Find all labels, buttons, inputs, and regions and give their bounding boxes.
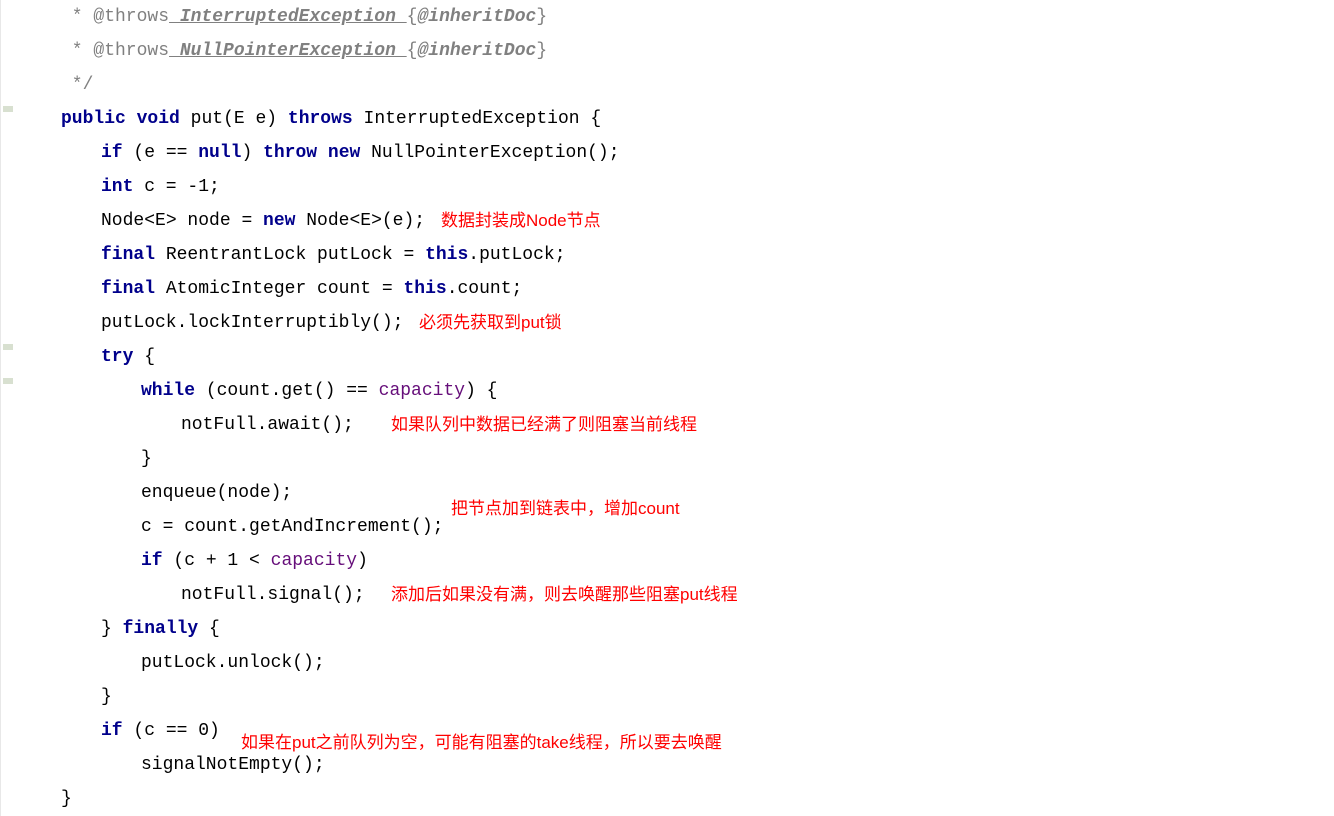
annotation-label: 必须先获取到put锁 xyxy=(419,306,562,340)
code-line: } xyxy=(21,442,1334,476)
javadoc-line: * @throws InterruptedException {@inherit… xyxy=(21,0,1334,34)
code-editor: * @throws InterruptedException {@inherit… xyxy=(0,0,1334,816)
gutter xyxy=(1,0,19,816)
code-line: notFull.signal();添加后如果没有满，则去唤醒那些阻塞put线程 xyxy=(21,578,1334,612)
javadoc-exception: NullPointerException xyxy=(169,41,407,61)
code-line: putLock.lockInterruptibly();必须先获取到put锁 xyxy=(21,306,1334,340)
code-line: if (c == 0)如果在put之前队列为空，可能有阻塞的take线程，所以要… xyxy=(21,714,1334,748)
code-line: putLock.unlock(); xyxy=(21,646,1334,680)
code-line: c = count.getAndIncrement(); xyxy=(21,510,1334,544)
code-line: enqueue(node);把节点加到链表中，增加count xyxy=(21,476,1334,510)
javadoc-end: */ xyxy=(21,68,1334,102)
code-line: signalNotEmpty(); xyxy=(21,748,1334,782)
code-line: Node<E> node = new Node<E>(e);数据封装成Node节… xyxy=(21,204,1334,238)
code-line: while (count.get() == capacity) { xyxy=(21,374,1334,408)
annotation-label: 数据封装成Node节点 xyxy=(441,204,601,238)
code-line: } xyxy=(21,680,1334,714)
code-line: final ReentrantLock putLock = this.putLo… xyxy=(21,238,1334,272)
code-line: } finally { xyxy=(21,612,1334,646)
code-line: if (c + 1 < capacity) xyxy=(21,544,1334,578)
code-line: int c = -1; xyxy=(21,170,1334,204)
inherit-doc: @inheritDoc xyxy=(417,7,536,27)
javadoc-tag: * @throws xyxy=(61,7,169,27)
inherit-doc: @inheritDoc xyxy=(417,41,536,61)
annotation-label: 添加后如果没有满，则去唤醒那些阻塞put线程 xyxy=(391,578,738,612)
javadoc-exception: InterruptedException xyxy=(169,7,407,27)
javadoc-tag: * @throws xyxy=(61,41,169,61)
javadoc-line: * @throws NullPointerException {@inherit… xyxy=(21,34,1334,68)
code-line: } xyxy=(21,782,1334,816)
code-line: try { xyxy=(21,340,1334,374)
code-line: if (e == null) throw new NullPointerExce… xyxy=(21,136,1334,170)
annotation-label: 如果队列中数据已经满了则阻塞当前线程 xyxy=(391,408,697,442)
method-signature: public void put(E e) throws InterruptedE… xyxy=(21,102,1334,136)
code-line: notFull.await();如果队列中数据已经满了则阻塞当前线程 xyxy=(21,408,1334,442)
code-line: final AtomicInteger count = this.count; xyxy=(21,272,1334,306)
